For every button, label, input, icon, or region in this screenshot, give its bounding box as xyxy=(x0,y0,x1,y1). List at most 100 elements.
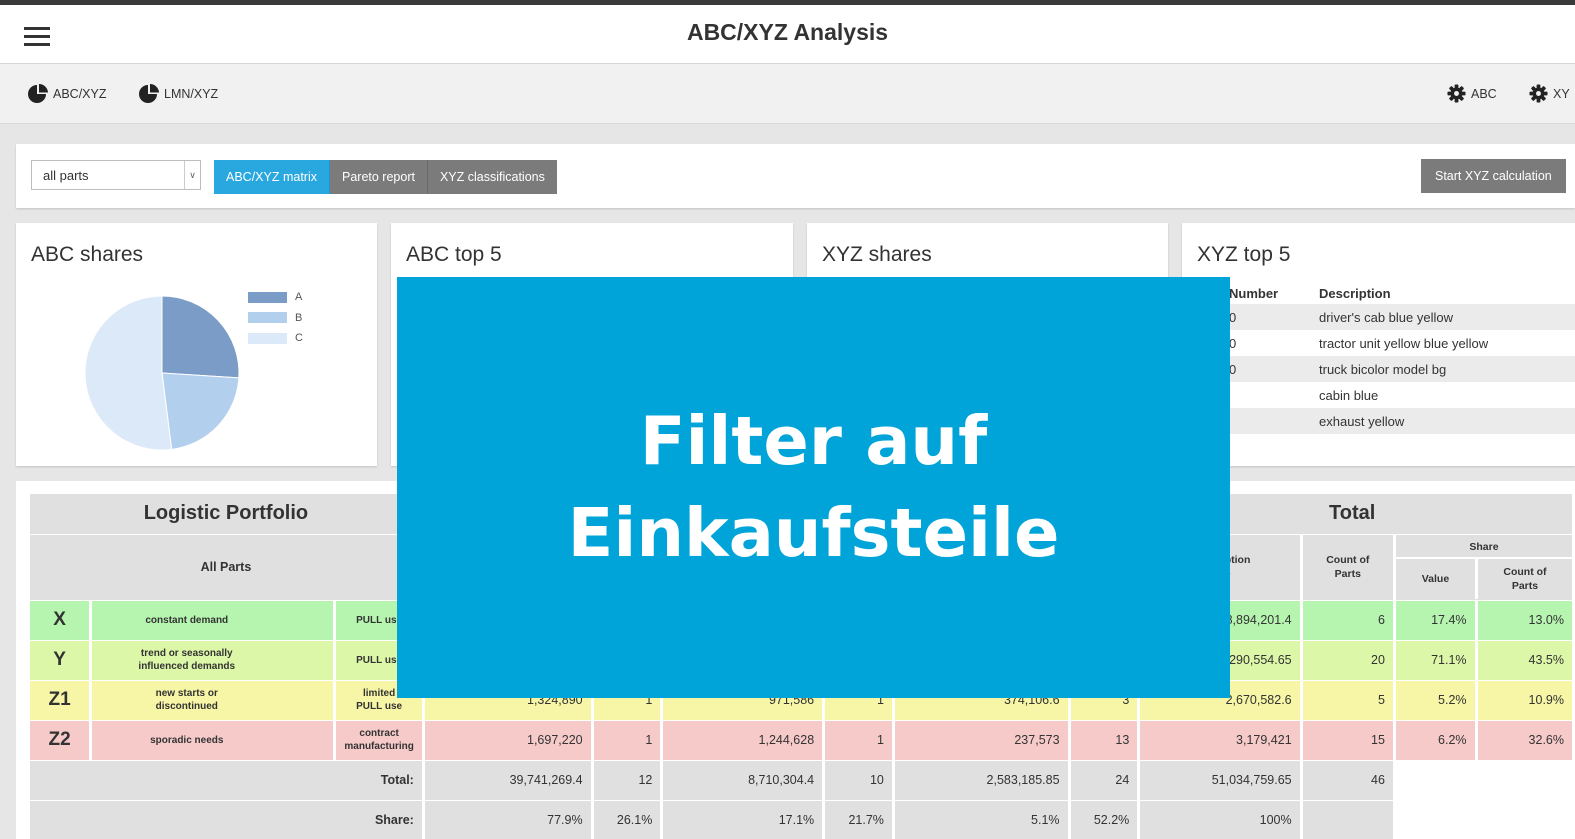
abc-shares-card: ABC shares A B C xyxy=(16,223,377,466)
a-consumption-share: 77.9% xyxy=(423,800,594,839)
cell-number: 0 xyxy=(1229,361,1237,377)
c-count: 13 xyxy=(1069,720,1141,761)
row-letter: Z2 xyxy=(30,720,93,761)
overlay-line: Einkaufsteile xyxy=(567,493,1060,572)
table-row[interactable]: 0 truck bicolor model bg xyxy=(1220,356,1575,382)
card-title: XYZ shares xyxy=(822,243,932,266)
cell-description: driver's cab blue yellow xyxy=(1319,309,1453,325)
share-value: 71.1% xyxy=(1394,640,1478,681)
demand-description: sporadic needs xyxy=(90,720,337,761)
share-label: Share xyxy=(1395,535,1572,559)
gear-icon xyxy=(1529,84,1548,103)
table-row[interactable]: 0 tractor unit yellow blue yellow xyxy=(1220,330,1575,356)
parts-filter-select[interactable]: all parts ∨ xyxy=(31,160,201,190)
legend-label: B xyxy=(295,311,303,324)
pie-slice-c[interactable] xyxy=(84,295,173,451)
legend-label: A xyxy=(295,291,303,304)
card-title: ABC shares xyxy=(31,243,144,266)
card-title: ABC top 5 xyxy=(406,243,502,266)
table-row[interactable]: exhaust yellow xyxy=(1220,408,1575,434)
share-value: 5.2% xyxy=(1394,680,1478,721)
card-title: XYZ top 5 xyxy=(1197,243,1291,266)
legend-swatch xyxy=(248,291,287,303)
legend-swatch xyxy=(248,332,287,344)
b-count: 10 xyxy=(823,760,895,801)
cell-number: 0 xyxy=(1229,335,1237,351)
table-header: Number Description xyxy=(1220,282,1575,304)
share-subheaders: Value Count of Parts xyxy=(1396,558,1572,599)
tab-xyz-classifications[interactable]: XYZ classifications xyxy=(427,160,557,194)
settings-abc[interactable]: ABC xyxy=(1447,84,1497,103)
c-consumption: 2,583,185.85 xyxy=(893,760,1071,801)
total-label: Total: xyxy=(30,760,425,801)
pie-chart-icon xyxy=(28,84,48,103)
share-count: 32.6% xyxy=(1476,720,1575,761)
demand-description: new starts or discontinued xyxy=(90,680,337,721)
a-count: 12 xyxy=(592,760,664,801)
cell-description: truck bicolor model bg xyxy=(1319,361,1447,377)
nav-label: ABC/XYZ xyxy=(53,87,107,101)
count-of-parts-header: Count of Parts xyxy=(1301,534,1396,601)
a-count-share: 26.1% xyxy=(592,800,664,839)
nav-label: LMN/XYZ xyxy=(164,87,219,101)
total-consumption: 3,179,421 xyxy=(1138,720,1303,761)
c-count: 24 xyxy=(1069,760,1141,801)
tab-abc-xyz-matrix[interactable]: ABC/XYZ matrix xyxy=(214,160,330,194)
overlay-text: Filter auf Einkaufsteile xyxy=(568,396,1060,578)
total-consumption-share: 100% xyxy=(1138,800,1303,839)
c-consumption-share: 5.1% xyxy=(893,800,1071,839)
share-value: 17.4% xyxy=(1394,600,1478,641)
usage-type: contract manufacturing xyxy=(334,720,425,761)
b-consumption: 8,710,304.4 xyxy=(661,760,826,801)
xyz-top5-table: Number Description 0 driver's cab blue ye… xyxy=(1220,282,1575,434)
chevron-down-icon[interactable]: ∨ xyxy=(184,161,200,189)
filter-bar: all parts ∨ ABC/XYZ matrix Pareto report… xyxy=(16,144,1575,208)
logistic-portfolio-title: Logistic Portfolio xyxy=(30,494,425,535)
select-value: all parts xyxy=(43,168,89,183)
abc-pie-chart xyxy=(84,295,240,451)
c-consumption: 237,573 xyxy=(893,720,1071,761)
legend-label: C xyxy=(295,332,303,345)
cell-description: cabin blue xyxy=(1319,387,1379,403)
row-letter: X xyxy=(30,600,93,641)
b-consumption-share: 17.1% xyxy=(661,800,826,839)
legend-swatch xyxy=(248,312,287,324)
legend-item: C xyxy=(248,328,303,349)
legend-item: B xyxy=(248,308,303,329)
pie-chart-icon xyxy=(139,84,159,103)
overlay-line: Filter auf xyxy=(639,402,988,481)
a-consumption: 1,697,220 xyxy=(423,720,594,761)
a-count: 1 xyxy=(592,720,664,761)
chart-legend: A B C xyxy=(248,287,303,349)
empty-cell xyxy=(1394,760,1575,801)
nav-label: ABC xyxy=(1471,86,1497,101)
module-nav: ABC/XYZ LMN/XYZ ABC XY xyxy=(0,64,1575,124)
header-number: Number xyxy=(1229,285,1279,301)
share-header: Share Value Count of Parts xyxy=(1394,534,1575,601)
tab-pareto-report[interactable]: Pareto report xyxy=(330,160,428,194)
b-count-share: 21.7% xyxy=(823,800,895,839)
cell-description: exhaust yellow xyxy=(1319,413,1405,429)
matrix-row-z2: Z2 sporadic needs contract manufacturing… xyxy=(30,720,1575,761)
start-xyz-calculation-button[interactable]: Start XYZ calculation xyxy=(1421,159,1566,193)
pie-slice-a[interactable] xyxy=(161,295,240,379)
cell-number: 0 xyxy=(1229,309,1237,325)
matrix-share-row: Share: 77.9% 26.1% 17.1% 21.7% 5.1% 52.2… xyxy=(30,800,1575,839)
row-letter: Z1 xyxy=(30,680,93,721)
top-bar: ABC/XYZ Analysis xyxy=(0,0,1575,64)
nav-label: XY xyxy=(1553,86,1570,101)
total-count: 15 xyxy=(1301,720,1396,761)
b-consumption: 1,244,628 xyxy=(661,720,826,761)
view-tabs: ABC/XYZ matrix Pareto report XYZ classif… xyxy=(214,160,557,194)
nav-lmn-xyz[interactable]: LMN/XYZ xyxy=(139,84,218,104)
table-row[interactable]: 0 driver's cab blue yellow xyxy=(1220,304,1575,330)
nav-abc-xyz[interactable]: ABC/XYZ xyxy=(28,84,107,104)
settings-xyz[interactable]: XY xyxy=(1529,84,1570,103)
pie-slice-b[interactable] xyxy=(161,372,240,450)
table-row[interactable]: cabin blue xyxy=(1220,382,1575,408)
empty-cell xyxy=(1301,800,1396,839)
gear-icon xyxy=(1447,84,1466,103)
header-description: Description xyxy=(1319,285,1391,301)
share-count: 10.9% xyxy=(1476,680,1575,721)
c-count-share: 52.2% xyxy=(1069,800,1141,839)
